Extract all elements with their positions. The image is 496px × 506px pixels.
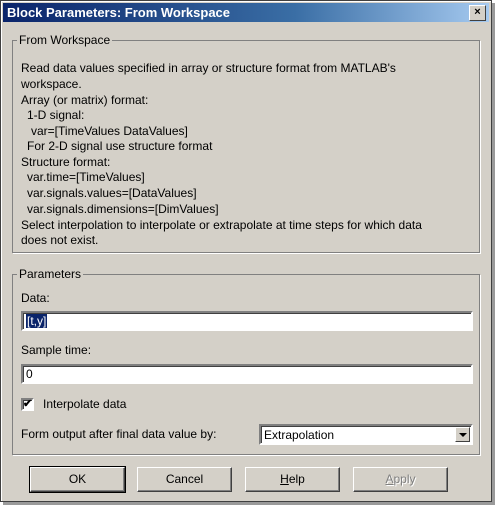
description-line: Array (or matrix) format:	[21, 93, 149, 107]
description-line: var.time=[TimeValues]	[27, 170, 145, 184]
data-label: Data:	[21, 291, 50, 305]
description-line: Structure format:	[21, 155, 111, 169]
parameters-group: Parameters Data: [t,y] Sample time: 0 ✔ …	[12, 267, 480, 455]
description-line: Select interpolation to interpolate or e…	[21, 218, 422, 232]
from-workspace-legend: From Workspace	[19, 33, 111, 47]
sample-time-label: Sample time:	[21, 343, 92, 357]
description-line: Read data values specified in array or s…	[21, 61, 396, 75]
title-bar[interactable]: Block Parameters: From Workspace ×	[3, 3, 489, 22]
apply-button[interactable]: Apply	[353, 467, 448, 492]
description-line: var.signals.dimensions=[DimValues]	[27, 202, 219, 216]
description-line: var.signals.values=[DataValues]	[27, 186, 197, 200]
help-button[interactable]: Help	[245, 467, 340, 492]
interpolate-label[interactable]: Interpolate data	[43, 397, 126, 411]
dropdown-arrow-icon[interactable]	[455, 427, 470, 442]
interpolate-checkbox[interactable]: ✔	[21, 398, 34, 411]
description-line: workspace.	[21, 77, 82, 91]
sample-time-value: 0	[26, 367, 33, 381]
cancel-button[interactable]: Cancel	[137, 467, 232, 492]
data-input[interactable]: [t,y]	[21, 311, 473, 331]
apply-label-rest: pply	[393, 472, 416, 486]
from-workspace-group: From Workspace Read data values specifie…	[12, 33, 480, 253]
form-output-value: Extrapolation	[264, 428, 335, 442]
parameters-legend: Parameters	[19, 267, 82, 281]
sample-time-input[interactable]: 0	[21, 364, 473, 384]
description-line: For 2-D signal use structure format	[27, 139, 213, 153]
help-accelerator: H	[280, 472, 289, 486]
description-line: var=[TimeValues DataValues]	[31, 124, 188, 138]
close-button[interactable]: ×	[469, 5, 486, 21]
ok-button[interactable]: OK	[29, 466, 126, 493]
description-line: 1-D signal:	[27, 108, 85, 122]
description-line: does not exist.	[21, 233, 99, 247]
form-output-label: Form output after final data value by:	[21, 427, 217, 441]
help-label-rest: elp	[288, 472, 305, 486]
data-input-value: [t,y]	[26, 314, 48, 328]
apply-accelerator: A	[385, 472, 394, 486]
form-output-dropdown[interactable]: Extrapolation	[259, 424, 473, 445]
check-icon: ✔	[23, 398, 33, 410]
window-title: Block Parameters: From Workspace	[7, 5, 231, 20]
close-icon: ×	[474, 6, 481, 18]
dialog-window: Block Parameters: From Workspace × From …	[0, 0, 492, 502]
